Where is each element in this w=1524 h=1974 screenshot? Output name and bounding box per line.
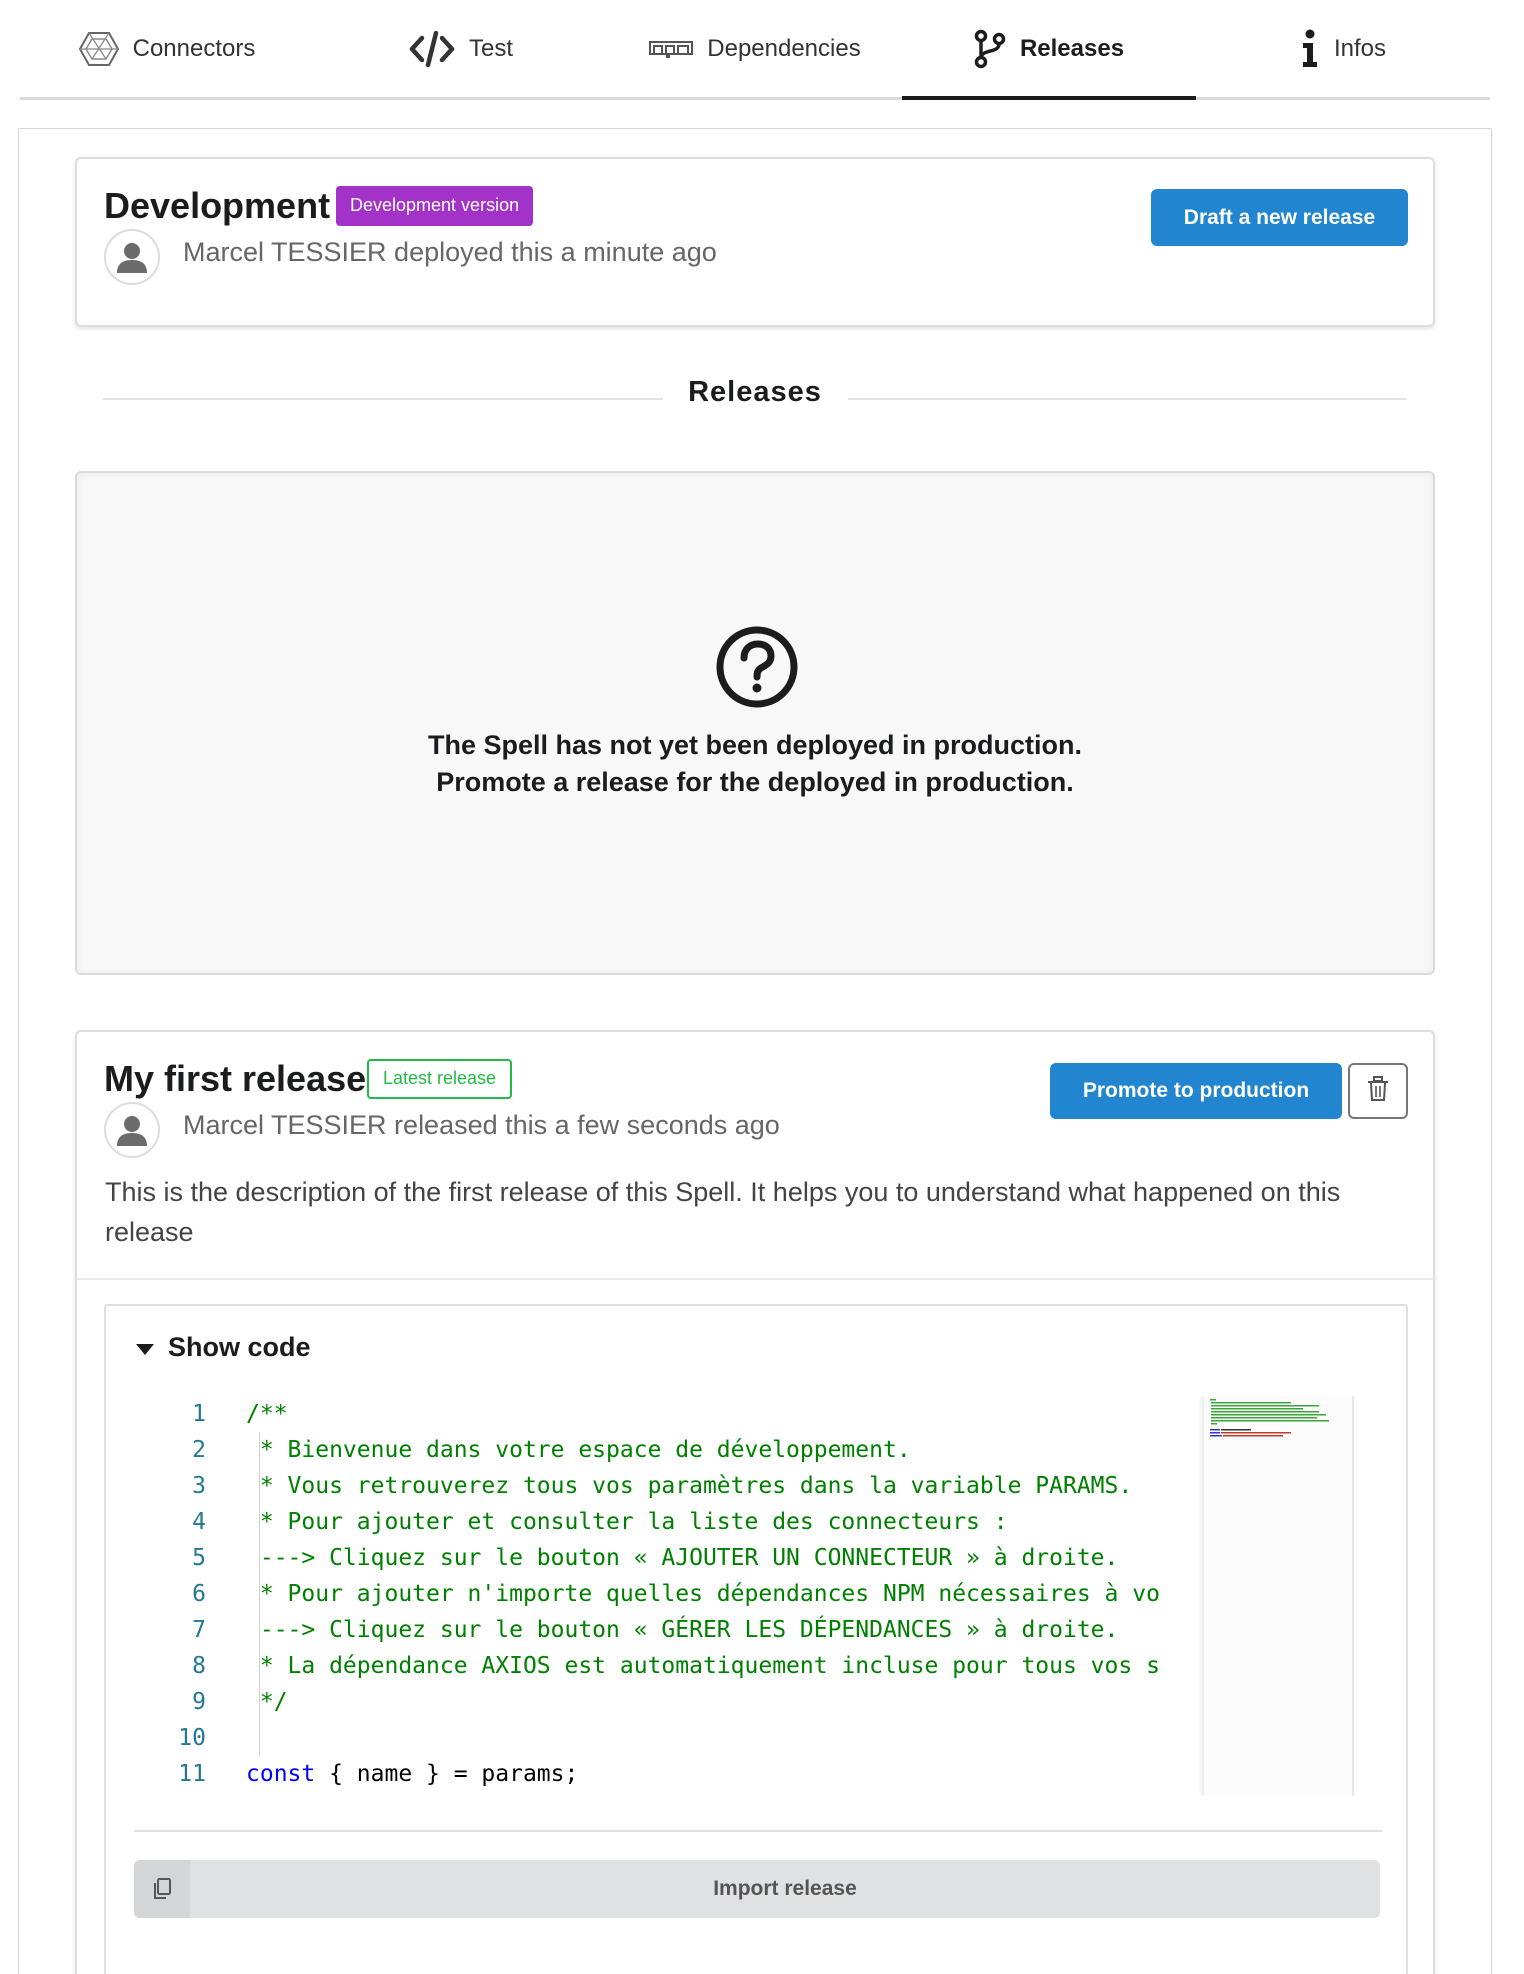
- divider-left: [103, 398, 663, 400]
- placeholder-line-2: Promote a release for the deployed in pr…: [436, 767, 1074, 797]
- tab-test[interactable]: Test: [314, 0, 608, 97]
- import-release-label: Import release: [713, 1877, 857, 1900]
- release-separator: [77, 1278, 1433, 1280]
- promote-to-production-button[interactable]: Promote to production: [1050, 1063, 1342, 1119]
- code-line: 11 const { name } = params;: [178, 1761, 579, 1787]
- code-line: 9 */: [192, 1689, 288, 1715]
- tab-infos[interactable]: Infos: [1196, 0, 1490, 97]
- divider-right: [848, 398, 1406, 400]
- release-card: My first release Latest release Marcel T…: [75, 1030, 1435, 1974]
- tab-label: Infos: [1333, 34, 1387, 62]
- show-code-toggle[interactable]: Show code: [136, 1332, 311, 1363]
- npm-icon: [649, 39, 694, 59]
- code-minimap[interactable]: [1204, 1396, 1354, 1796]
- avatar: [104, 1102, 160, 1158]
- show-code-label: Show code: [168, 1332, 311, 1362]
- caret-down-icon: [136, 1332, 154, 1363]
- delete-release-button[interactable]: [1348, 1063, 1408, 1119]
- connectors-icon: [78, 31, 119, 67]
- code-icon: [409, 30, 455, 67]
- editor-scrollbar[interactable]: [1352, 1396, 1354, 1796]
- code-line: 5 ---> Cliquez sur le bouton « AJOUTER U…: [192, 1545, 1119, 1571]
- development-title: Development: [104, 185, 331, 226]
- development-card: Development Development version Marcel T…: [75, 157, 1435, 327]
- development-badge: Development version: [336, 186, 534, 226]
- info-icon: [1300, 29, 1320, 69]
- code-line: 8 * La dépendance AXIOS est automatiquem…: [192, 1653, 1160, 1679]
- code-line: 3 * Vous retrouverez tous vos paramètres…: [192, 1473, 1133, 1499]
- release-description: This is the description of the first rel…: [105, 1177, 1341, 1247]
- tab-dependencies[interactable]: Dependencies: [608, 0, 902, 97]
- release-title: My first release: [104, 1058, 367, 1099]
- tab-releases[interactable]: Releases: [902, 0, 1196, 100]
- code-line: 6 * Pour ajouter n'importe quelles dépen…: [192, 1581, 1160, 1607]
- code-editor[interactable]: 1/** 2 * Bienvenue dans votre espace de …: [126, 1396, 1366, 1796]
- tab-label: Releases: [1019, 34, 1125, 62]
- copy-icon: [134, 1860, 190, 1918]
- tab-label: Test: [468, 34, 513, 62]
- release-meta: Marcel TESSIER released this a few secon…: [183, 1110, 780, 1140]
- code-line: 4 * Pour ajouter et consulter la liste d…: [192, 1509, 1008, 1535]
- code-separator: [134, 1830, 1382, 1832]
- development-meta: Marcel TESSIER deployed this a minute ag…: [183, 237, 717, 267]
- tab-bar: Connectors Test Dependencies Releases In…: [20, 0, 1490, 100]
- code-line: 7 ---> Cliquez sur le bouton « GÉRER LES…: [192, 1617, 1119, 1643]
- code-line: 10: [178, 1725, 206, 1751]
- question-circle-icon: [715, 625, 799, 714]
- latest-release-badge: Latest release: [367, 1059, 513, 1099]
- trash-icon: [1367, 1075, 1389, 1107]
- avatar: [104, 229, 160, 285]
- tab-label: Dependencies: [707, 34, 861, 62]
- code-branch-icon: [974, 29, 1006, 69]
- releases-heading: Releases: [688, 376, 822, 408]
- code-accordion: Show code 1/** 2 * Bienvenue dans votre …: [104, 1304, 1408, 1974]
- tab-connectors[interactable]: Connectors: [20, 0, 314, 97]
- code-line: 2 * Bienvenue dans votre espace de dével…: [192, 1437, 911, 1463]
- production-placeholder: The Spell has not yet been deployed in p…: [75, 471, 1435, 975]
- import-release-button[interactable]: Import release: [134, 1860, 1380, 1918]
- placeholder-line-1: The Spell has not yet been deployed in p…: [427, 730, 1083, 760]
- tab-label: Connectors: [132, 34, 256, 62]
- draft-release-button[interactable]: Draft a new release: [1151, 189, 1408, 246]
- code-line: 1/**: [192, 1401, 288, 1427]
